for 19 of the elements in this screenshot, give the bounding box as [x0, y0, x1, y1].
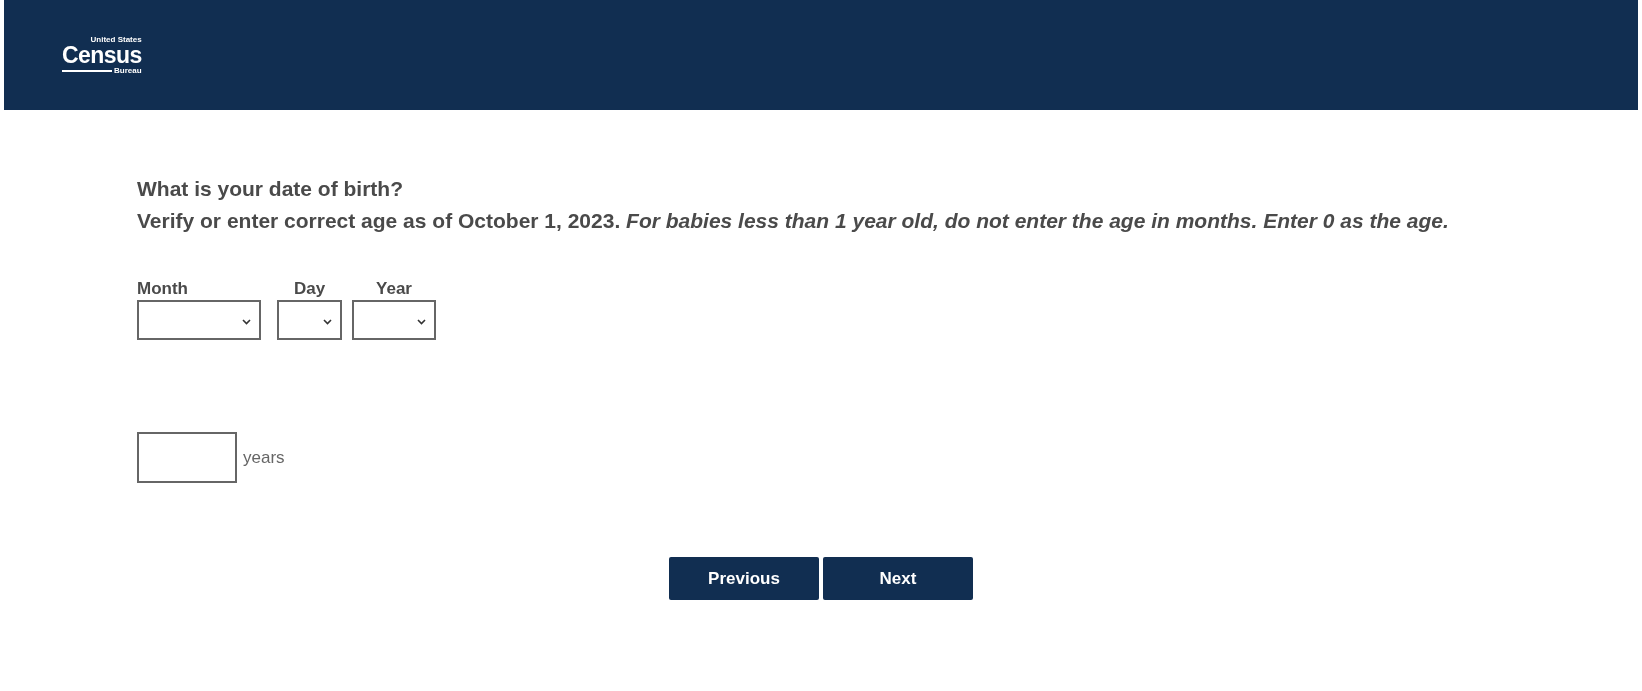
nav-button[interactable]: Previous	[669, 557, 819, 600]
field-label: Day	[293, 278, 326, 300]
field-label: Year	[376, 278, 412, 300]
unit-text: years	[243, 446, 285, 469]
chevron-down-icon	[242, 319, 251, 325]
chevron-down-icon	[323, 319, 332, 325]
logo-top-text: United States	[90, 35, 142, 44]
logo-main-text: Census	[62, 43, 142, 67]
nav-button[interactable]: Next	[823, 557, 973, 600]
date-select[interactable]	[352, 300, 436, 340]
instruction-text: Verify or enter correct age as of October 1, 2023. For babies less than 1 year old, do not enter the age in months. Enter 0 as the age.	[137, 208, 1450, 234]
chevron-down-icon	[417, 319, 426, 325]
date-select[interactable]	[137, 300, 261, 340]
field-label: Month	[137, 278, 188, 300]
question-text: What is your date of birth?	[137, 176, 404, 202]
date-select[interactable]	[277, 300, 342, 340]
census-logo[interactable]: United States Census Bureau	[62, 35, 142, 75]
age-input[interactable]	[137, 432, 237, 483]
logo-bottom-text: Bureau	[114, 66, 142, 75]
